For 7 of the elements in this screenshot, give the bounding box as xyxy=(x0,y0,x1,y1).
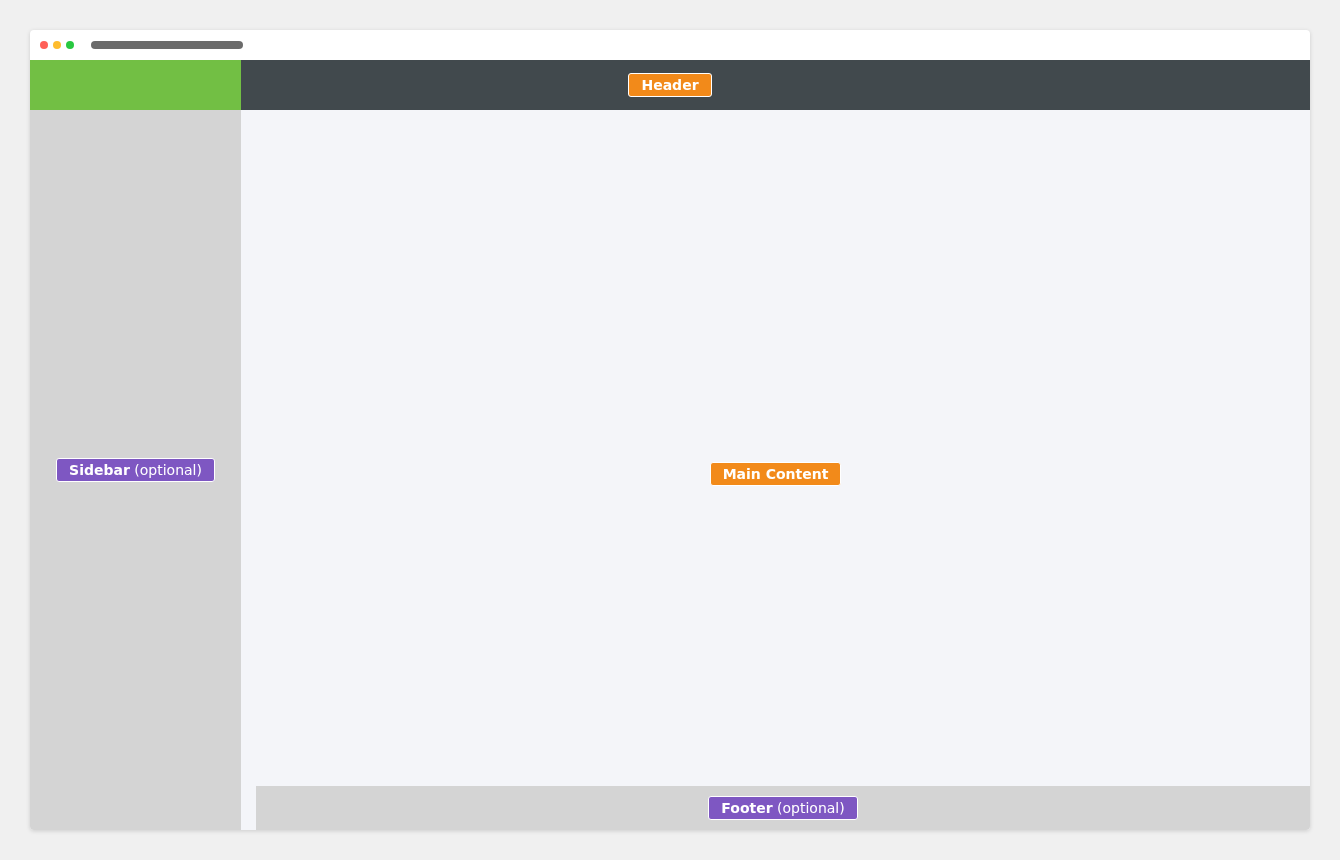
minimize-dot-icon xyxy=(53,41,61,49)
close-dot-icon xyxy=(40,41,48,49)
layout-label: Header xyxy=(628,73,712,97)
layout-label: Footer (optional) xyxy=(708,796,858,820)
layout-label: Sidebar (optional) xyxy=(56,458,215,482)
layout-label: Main Content xyxy=(709,462,842,486)
maximize-dot-icon xyxy=(66,41,74,49)
